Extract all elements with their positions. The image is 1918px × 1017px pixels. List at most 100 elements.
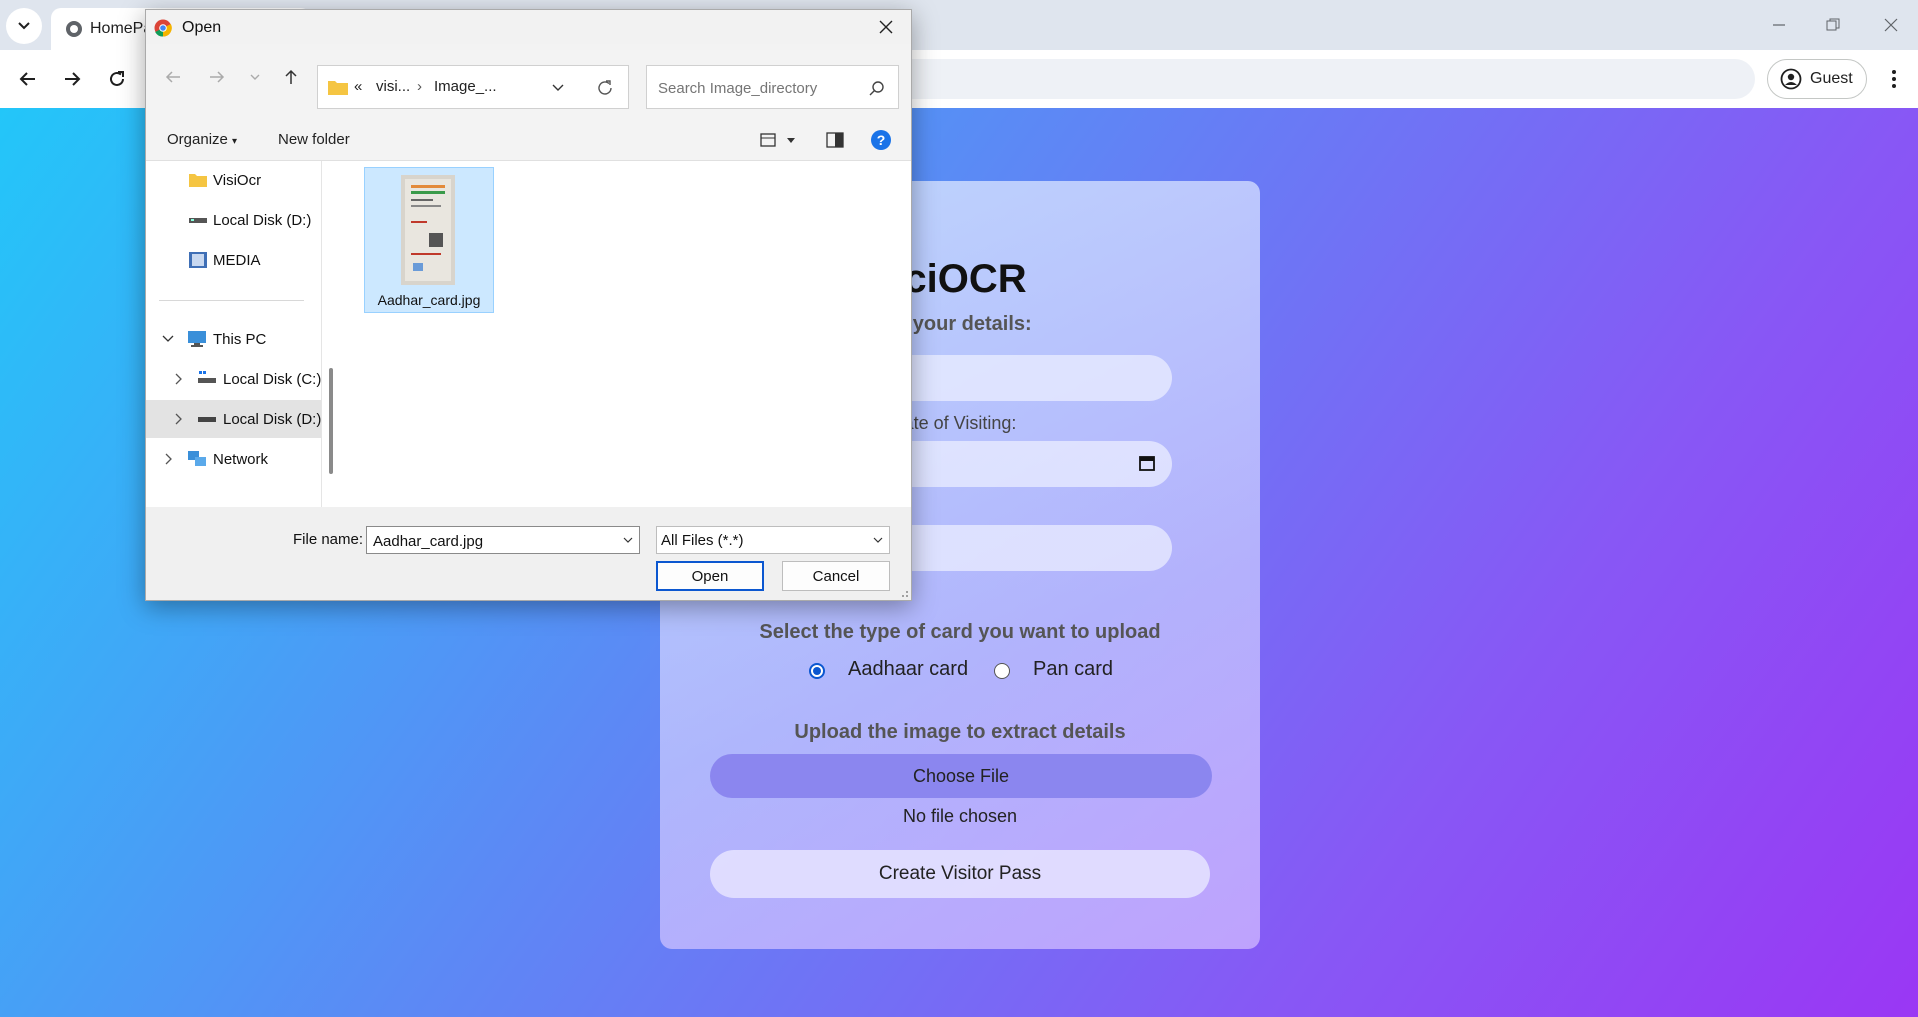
network-icon xyxy=(188,451,206,466)
no-file-status: No file chosen xyxy=(902,806,1018,826)
chevron-down-icon xyxy=(250,74,260,80)
file-name-label: File name: xyxy=(293,531,364,548)
profile-button[interactable]: Guest xyxy=(1767,59,1867,99)
forward-button[interactable] xyxy=(54,61,90,97)
chevron-right-icon[interactable] xyxy=(162,452,174,466)
calendar-icon[interactable] xyxy=(1138,454,1156,472)
breadcrumb-segment[interactable]: visi... xyxy=(376,78,410,95)
arrow-up-icon xyxy=(285,69,297,84)
nav-item-network[interactable]: Network xyxy=(146,440,321,478)
nav-item-this-pc[interactable]: This PC xyxy=(146,320,321,358)
chevron-down-icon[interactable] xyxy=(552,82,564,94)
nav-item-local-disk-c[interactable]: Local Disk (C:) xyxy=(146,360,321,398)
nav-item-media[interactable]: MEDIA xyxy=(146,241,321,279)
chevron-right-icon[interactable] xyxy=(172,412,184,426)
pan-radio[interactable] xyxy=(994,663,1010,679)
resize-grip-icon[interactable] xyxy=(899,588,909,598)
card-type-label: Select the type of card you want to uplo… xyxy=(759,621,1161,643)
dialog-footer: File name: All Files (*.*) Open Cancel xyxy=(146,507,911,600)
chevron-down-icon[interactable] xyxy=(162,332,174,346)
breadcrumb-separator: › xyxy=(417,78,422,95)
caret-down-icon: ▾ xyxy=(232,136,238,147)
dialog-back-button[interactable] xyxy=(159,63,187,91)
dialog-address-bar[interactable]: « visi... › Image_... xyxy=(317,65,629,109)
breadcrumb-segment[interactable]: Image_... xyxy=(434,78,497,95)
dialog-command-bar: Organize ▾ New folder ? xyxy=(146,120,911,161)
back-button[interactable] xyxy=(10,61,46,97)
open-button[interactable]: Open xyxy=(656,561,764,591)
drive-icon xyxy=(189,218,207,223)
reload-icon xyxy=(110,71,124,86)
cancel-button[interactable]: Cancel xyxy=(782,561,890,591)
dialog-forward-button[interactable] xyxy=(203,63,231,91)
caret-down-icon[interactable] xyxy=(786,137,796,145)
card-type-radio-group: Aadhaar card Pan card xyxy=(660,657,1260,687)
choose-file-button[interactable]: Choose File xyxy=(710,754,1212,798)
dialog-navigation-bar: « visi... › Image_... xyxy=(146,44,911,120)
folder-icon xyxy=(189,174,207,187)
nav-pane-scrollbar[interactable] xyxy=(329,368,333,474)
restore-icon xyxy=(1826,18,1840,31)
file-name-combobox[interactable] xyxy=(366,526,640,554)
dialog-navigation-pane: VisiOcr Local Disk (D:) MEDIA This PC Lo… xyxy=(146,161,322,507)
preview-pane-icon[interactable] xyxy=(826,132,844,148)
dialog-search-input[interactable] xyxy=(656,76,860,100)
restore-button[interactable] xyxy=(1806,0,1860,50)
file-name-input[interactable] xyxy=(371,530,615,552)
chevron-down-icon xyxy=(873,537,883,543)
view-options-icon[interactable] xyxy=(760,133,776,147)
globe-icon xyxy=(66,21,82,37)
image-thumbnail xyxy=(401,175,455,285)
minimize-button[interactable] xyxy=(1752,0,1806,50)
nav-item-label: Local Disk (D:) xyxy=(213,212,312,229)
account-circle-icon xyxy=(1780,68,1802,90)
nav-item-local-disk-d[interactable]: Local Disk (D:) xyxy=(146,201,321,239)
close-window-button[interactable] xyxy=(1864,0,1918,50)
arrow-left-icon xyxy=(19,72,35,86)
chevron-right-icon[interactable] xyxy=(172,372,184,386)
aadhaar-radio[interactable] xyxy=(809,663,825,679)
breadcrumb-overflow[interactable]: « xyxy=(354,78,362,95)
dialog-title: Open xyxy=(182,19,222,36)
organize-menu[interactable]: Organize ▾ xyxy=(167,131,237,148)
dialog-search-box[interactable] xyxy=(646,65,899,109)
dialog-close-button[interactable] xyxy=(870,14,902,40)
file-type-select[interactable]: All Files (*.*) xyxy=(656,526,890,554)
nav-item-label: VisiOcr xyxy=(213,172,262,189)
computer-icon xyxy=(188,331,206,347)
nav-item-label: This PC xyxy=(213,331,267,348)
nav-item-label: Local Disk (C:) xyxy=(223,371,322,388)
drive-icon xyxy=(198,417,216,422)
search-icon xyxy=(869,81,884,96)
create-visitor-pass-button[interactable]: Create Visitor Pass xyxy=(710,850,1210,898)
recent-locations-button[interactable] xyxy=(241,63,269,91)
minimize-icon xyxy=(1773,24,1785,26)
help-icon[interactable]: ? xyxy=(870,129,892,151)
dialog-titlebar: Open xyxy=(146,10,911,44)
new-folder-button[interactable]: New folder xyxy=(278,131,350,148)
nav-item-label: Local Disk (D:) xyxy=(223,411,322,428)
organize-label: Organize xyxy=(167,131,228,148)
nav-item-label: Network xyxy=(213,451,269,468)
file-name: Aadhar_card.jpg xyxy=(377,292,481,308)
nav-item-label: MEDIA xyxy=(213,252,261,269)
chevron-down-icon[interactable] xyxy=(623,535,633,545)
nav-item-local-disk-d-selected[interactable]: Local Disk (D:) xyxy=(146,400,321,438)
chevron-down-icon xyxy=(18,22,30,30)
tab-search-button[interactable] xyxy=(6,8,42,44)
nav-item-visiocr[interactable]: VisiOcr xyxy=(146,161,321,199)
reload-button[interactable] xyxy=(99,61,135,97)
file-item[interactable]: Aadhar_card.jpg xyxy=(364,167,494,313)
chrome-icon xyxy=(154,19,172,37)
refresh-icon[interactable] xyxy=(596,79,614,97)
file-type-value: All Files (*.*) xyxy=(661,532,744,549)
aadhaar-radio-label[interactable]: Aadhaar card xyxy=(848,658,968,681)
browser-menu-button[interactable] xyxy=(1876,61,1912,97)
arrow-left-icon xyxy=(165,71,180,83)
pan-radio-label[interactable]: Pan card xyxy=(1033,658,1113,681)
close-icon xyxy=(879,20,893,34)
arrow-right-icon xyxy=(210,71,225,83)
svg-text:?: ? xyxy=(877,132,886,148)
up-folder-button[interactable] xyxy=(277,63,305,91)
open-file-dialog: Open « visi... › Image_... Search Image_… xyxy=(145,9,912,601)
